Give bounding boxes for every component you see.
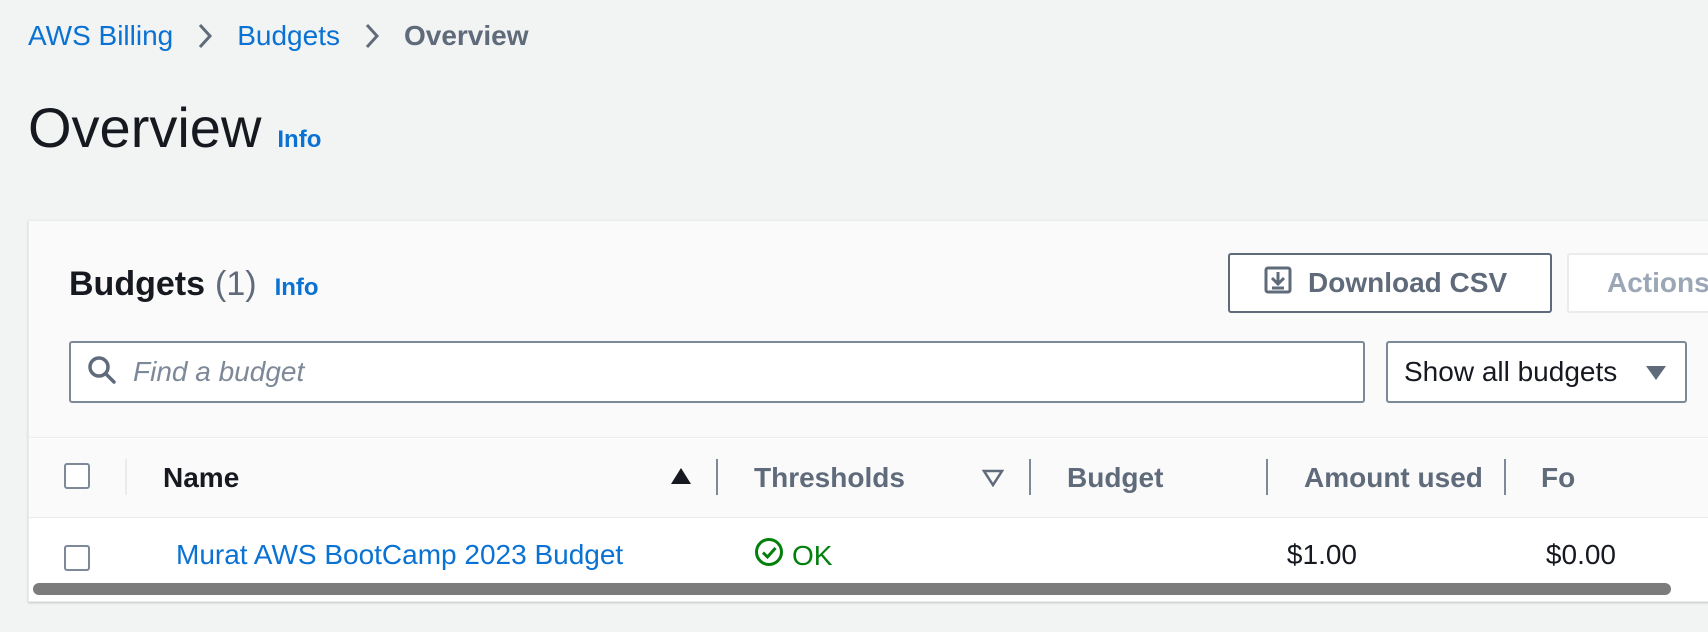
budget-filter-value: Show all budgets <box>1404 356 1618 387</box>
budgets-title: Budgets <box>69 265 205 303</box>
search-field[interactable] <box>69 341 1365 403</box>
page-header: Overview Info <box>28 100 321 156</box>
column-divider[interactable] <box>1266 459 1268 495</box>
threshold-status-text: OK <box>792 539 833 571</box>
sort-descending-icon[interactable] <box>981 469 1005 492</box>
breadcrumb-current: Overview <box>403 20 529 51</box>
budgets-heading: Budgets (1) Info <box>69 265 319 304</box>
budgets-info-link[interactable]: Info <box>275 274 319 302</box>
download-csv-button[interactable]: Download CSV <box>1228 253 1552 313</box>
download-icon <box>1264 266 1308 301</box>
check-circle-icon <box>754 537 792 574</box>
budget-name-link[interactable]: Murat AWS BootCamp 2023 Budget <box>176 539 623 571</box>
column-divider[interactable] <box>1504 459 1506 495</box>
column-divider[interactable] <box>716 459 718 495</box>
horizontal-scrollbar[interactable] <box>33 583 1671 595</box>
sort-ascending-icon[interactable] <box>670 467 692 490</box>
column-header-budget[interactable]: Budget <box>1067 462 1163 494</box>
search-input[interactable] <box>131 355 1315 389</box>
column-header-thresholds[interactable]: Thresholds <box>754 462 905 494</box>
budgets-table-header: Budgets (1) Info Download CSV Actions Fi… <box>29 221 1708 438</box>
budgets-table-container: Budgets (1) Info Download CSV Actions Fi… <box>28 220 1708 602</box>
select-all-checkbox[interactable] <box>64 463 90 489</box>
column-divider[interactable] <box>1029 459 1031 495</box>
actions-button[interactable]: Actions <box>1567 253 1708 313</box>
page-title: Overview <box>28 96 262 159</box>
threshold-status: OK <box>754 537 832 574</box>
download-csv-label: Download CSV <box>1308 267 1508 298</box>
search-icon <box>71 355 117 390</box>
breadcrumb: AWS Billing Budgets Overview <box>28 18 529 54</box>
budget-amount: $1.00 <box>1286 539 1357 570</box>
table-column-header: Name Thresholds Budget Amount used Fo <box>29 439 1708 518</box>
actions-label: Actions <box>1607 267 1708 298</box>
page-info-link[interactable]: Info <box>277 126 321 154</box>
column-header-forecast[interactable]: Fo <box>1541 462 1575 494</box>
caret-down-icon <box>1645 365 1667 386</box>
breadcrumb-aws-billing[interactable]: AWS Billing <box>28 20 173 52</box>
chevron-right-icon <box>173 23 237 49</box>
budgets-count: (1) <box>215 265 257 303</box>
amount-used: $0.00 <box>1545 539 1616 570</box>
breadcrumb-budgets[interactable]: Budgets <box>237 20 340 52</box>
column-divider <box>125 459 127 495</box>
budget-filter-select[interactable]: Show all budgets <box>1386 341 1687 403</box>
chevron-right-icon <box>340 23 404 49</box>
row-checkbox[interactable] <box>64 545 90 571</box>
column-header-amount-used[interactable]: Amount used <box>1304 462 1483 494</box>
column-header-name[interactable]: Name <box>163 462 239 494</box>
